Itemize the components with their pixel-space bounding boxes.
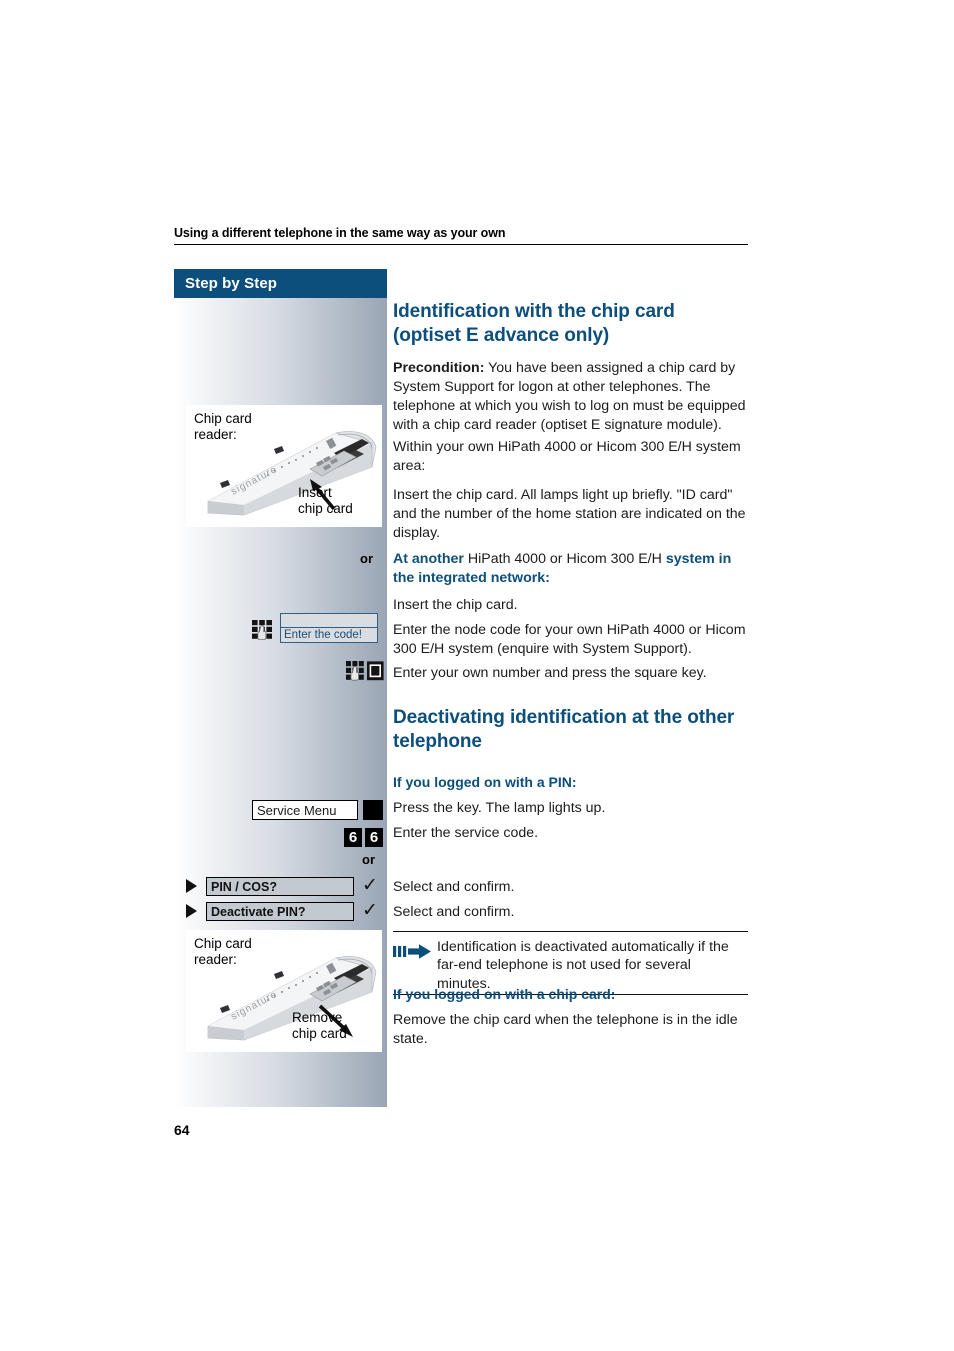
- chip-card-reader-caption-insert: Insert chip card: [298, 485, 353, 517]
- or-marker-upper: or: [360, 551, 373, 566]
- blue-arrow-note-icon: [393, 938, 437, 966]
- section-heading2-line2: telephone: [393, 731, 482, 753]
- paragraph-precondition: Precondition: You have been assigned a c…: [393, 359, 748, 435]
- document-page: Using a different telephone in the same …: [0, 0, 954, 1351]
- chip-card-reader-label-insert: Chip card reader:: [194, 411, 252, 443]
- subheading-logged-on-pin: If you logged on with a PIN:: [393, 774, 577, 790]
- running-head: Using a different telephone in the same …: [174, 226, 748, 245]
- keypad-and-square-key-icon[interactable]: [346, 661, 384, 681]
- digit-key-6-first[interactable]: 6: [344, 828, 362, 847]
- running-head-rule: [174, 244, 748, 245]
- paragraph-select-confirm-1: Select and confirm.: [393, 879, 515, 895]
- black-square-key-icon[interactable]: [363, 800, 383, 820]
- chip-card-reader-figure-insert: signature Chip card reader: Insert chip …: [186, 405, 382, 527]
- section-heading-deactivating: Deactivating identification at the other…: [393, 706, 748, 755]
- menu-option-row-deactivate-pin[interactable]: Deactivate PIN? ✓: [186, 901, 382, 921]
- section-heading-line2: (optiset E advance only): [393, 325, 610, 347]
- step-by-step-label: Step by Step: [185, 275, 278, 292]
- paragraph-within-own-system: Within your own HiPath 4000 or Hicom 300…: [393, 439, 741, 474]
- menu-option-label-deactivate-pin[interactable]: Deactivate PIN?: [206, 902, 354, 921]
- digit-key-6-second[interactable]: 6: [365, 828, 383, 847]
- check-icon[interactable]: ✓: [362, 876, 378, 895]
- running-head-text: Using a different telephone in the same …: [174, 226, 506, 240]
- paragraph-own-number: Enter your own number and press the squa…: [393, 665, 707, 681]
- paragraph-remove-chip-card: Remove the chip card when the telephone …: [393, 1012, 738, 1047]
- step-by-step-banner: Step by Step: [174, 269, 387, 298]
- triangle-right-icon: [186, 904, 197, 918]
- menu-option-label-pin-cos[interactable]: PIN / COS?: [206, 877, 354, 896]
- keypad-icon[interactable]: [252, 620, 274, 641]
- keypad-and-square-key-glyph: [346, 661, 384, 681]
- chip-card-reader-label-remove: Chip card reader:: [194, 936, 252, 968]
- or-marker-lower: or: [362, 852, 375, 867]
- lcd-line-bottom: Enter the code!: [284, 628, 362, 641]
- paragraph-node-code: Enter the node code for your own HiPath …: [393, 622, 746, 657]
- paragraph-service-code: Enter the service code.: [393, 825, 539, 841]
- lcd-line-top: [281, 614, 377, 628]
- triangle-right-icon: [186, 879, 197, 893]
- keypad-icon-glyph: [252, 620, 272, 641]
- paragraph-select-confirm-2: Select and confirm.: [393, 904, 515, 920]
- section-heading-identification: Identification with the chip card (optis…: [393, 300, 748, 349]
- subheading-logged-on-chipcard: If you logged on with a chip card:: [393, 986, 616, 1002]
- step-by-step-sidebar: Step by Step signature Chip card reader:…: [174, 269, 387, 1107]
- precondition-label: Precondition:: [393, 360, 485, 376]
- paragraph-insert-chip-card: Insert the chip card.: [393, 597, 518, 613]
- at-another-plain: HiPath 4000 or Hicom 300 E/H: [463, 551, 666, 567]
- menu-option-row-pin-cos[interactable]: PIN / COS? ✓: [186, 876, 382, 896]
- chip-card-reader-figure-remove: signature Chip card reader: Remove chip …: [186, 930, 382, 1052]
- paragraph-insert-lamps: Insert the chip card. All lamps light up…: [393, 487, 746, 541]
- check-icon[interactable]: ✓: [362, 901, 378, 920]
- at-another-bold-lead: At another: [393, 551, 464, 567]
- section-heading-line1: Identification with the chip card: [393, 301, 675, 322]
- service-menu-field[interactable]: Service Menu: [252, 800, 358, 820]
- paragraph-press-key: Press the key. The lamp lights up.: [393, 800, 606, 816]
- lcd-display-enter-code: Enter the code!: [280, 613, 378, 643]
- section-heading2-line1: Deactivating identification at the other: [393, 707, 735, 728]
- paragraph-at-another-system: At another HiPath 4000 or Hicom 300 E/H …: [393, 550, 748, 588]
- page-number: 64: [174, 1122, 190, 1138]
- chip-card-reader-caption-remove: Remove chip card: [292, 1010, 347, 1042]
- blue-arrow-note-glyph: [393, 944, 431, 959]
